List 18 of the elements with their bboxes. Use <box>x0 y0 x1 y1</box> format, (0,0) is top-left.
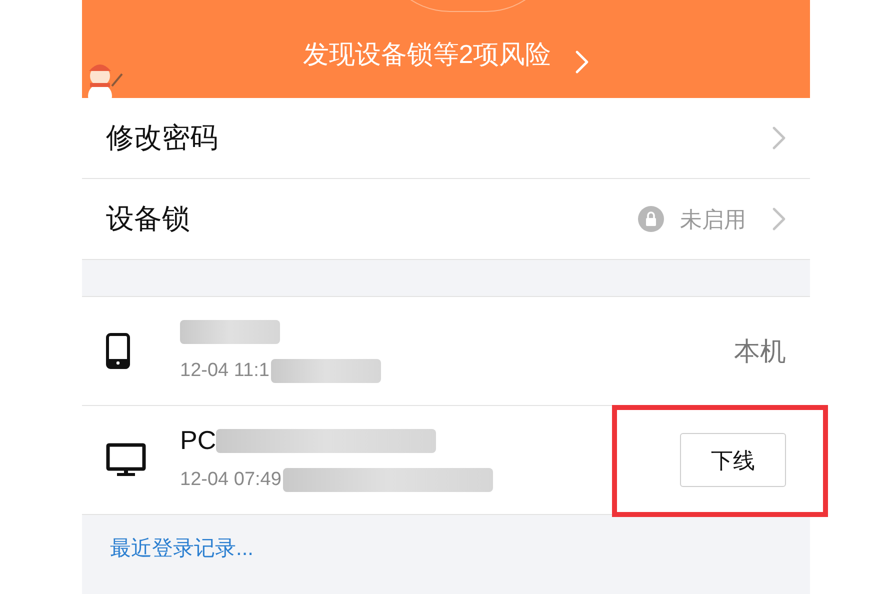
phone-icon <box>106 333 130 369</box>
monitor-icon <box>106 443 146 477</box>
settings-row[interactable]: 设备锁 未启用 <box>82 179 810 260</box>
device-name: PC <box>180 424 216 458</box>
status-text: 未启用 <box>680 206 746 234</box>
current-device-label: 本机 <box>734 334 786 368</box>
settings-row[interactable]: 修改密码 <box>82 98 810 179</box>
logout-button[interactable]: 下线 <box>680 433 786 487</box>
row-label: 修改密码 <box>106 121 219 155</box>
chevron-right-icon <box>772 207 786 231</box>
recent-logins-link[interactable]: 最近登录记录... <box>110 537 254 560</box>
chevron-right-icon <box>575 50 590 74</box>
login-time: 12-04 11:1 <box>180 358 270 383</box>
banner-text: 发现设备锁等2项风险 <box>302 38 552 71</box>
chevron-right-icon <box>772 126 786 150</box>
row-label: 设备锁 <box>106 202 191 236</box>
lock-icon <box>638 206 664 232</box>
login-time: 12-04 07:49 <box>180 468 282 492</box>
